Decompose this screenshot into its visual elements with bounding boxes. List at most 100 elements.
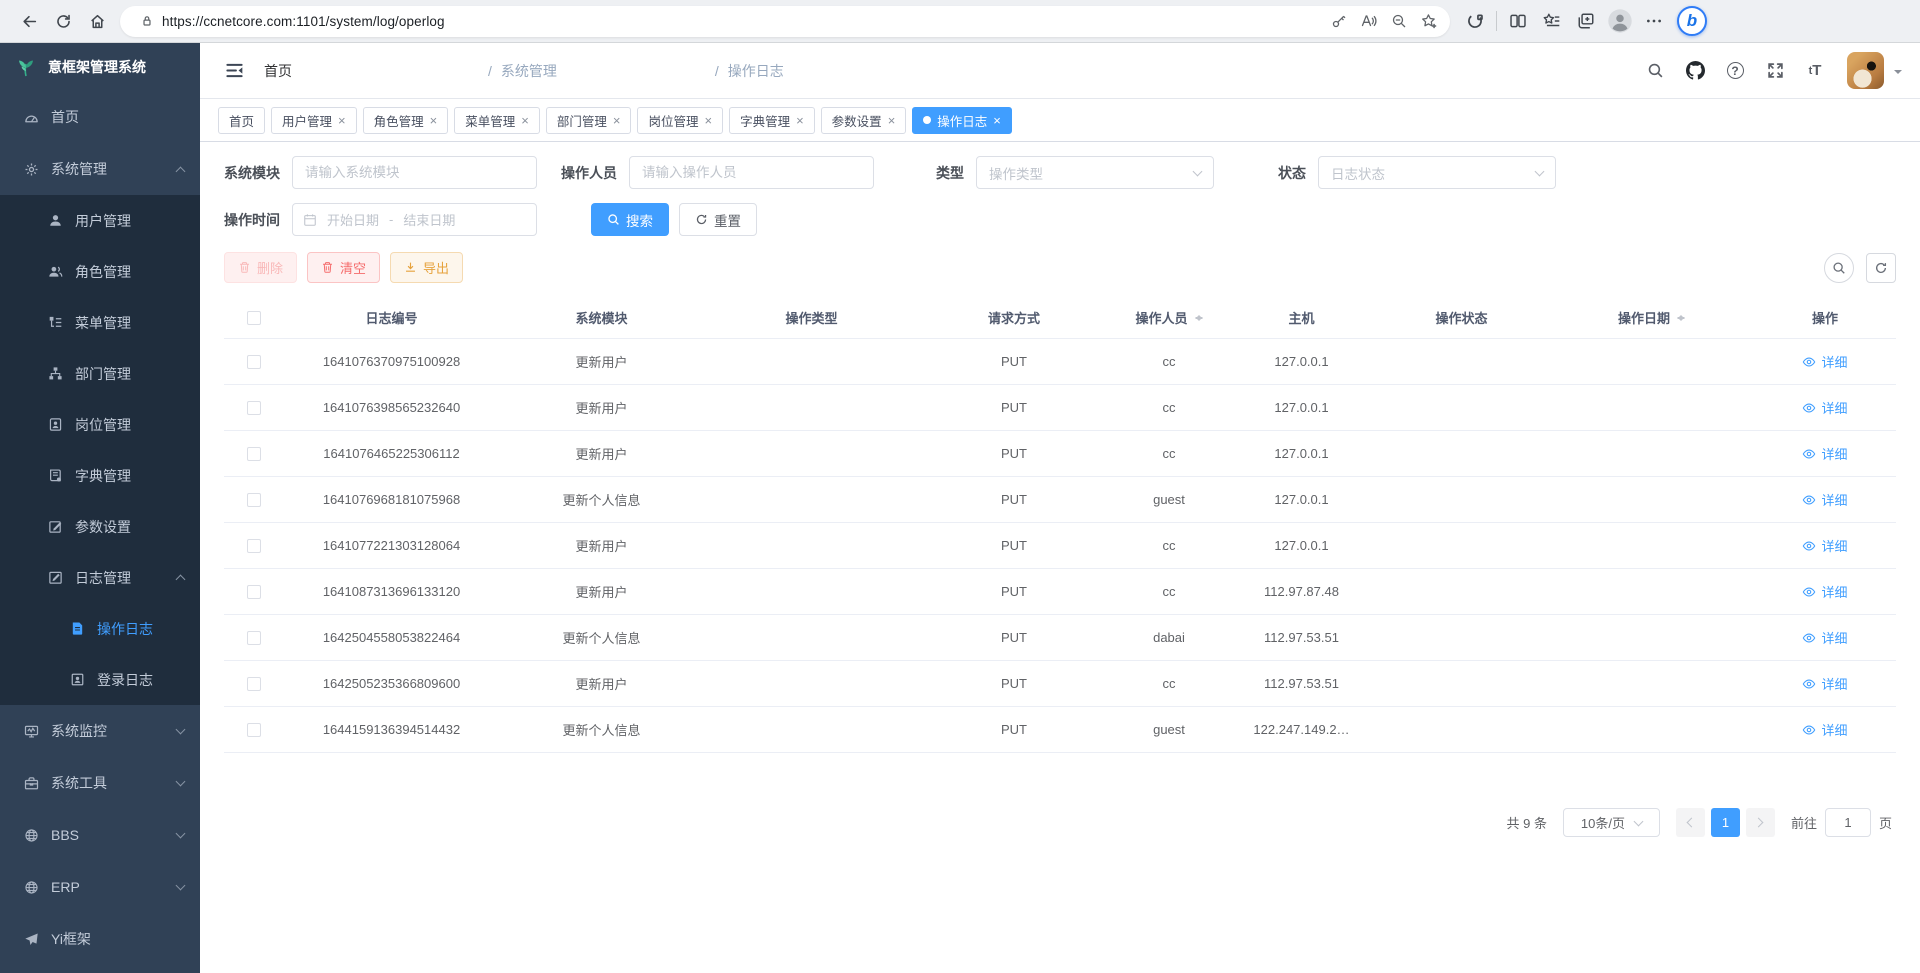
- back-icon[interactable]: [12, 5, 46, 37]
- tab-users[interactable]: 用户管理×: [271, 107, 357, 134]
- help-icon[interactable]: ?: [1719, 55, 1751, 87]
- tab-departments[interactable]: 部门管理×: [546, 107, 632, 134]
- sort-icon[interactable]: [1677, 311, 1685, 325]
- sidebar-item-params[interactable]: 参数设置: [0, 501, 200, 552]
- tab-menus[interactable]: 菜单管理×: [454, 107, 540, 134]
- detail-link[interactable]: 详细: [1802, 444, 1847, 463]
- clear-button[interactable]: 清空: [307, 252, 380, 283]
- detail-link[interactable]: 详细: [1802, 352, 1847, 371]
- next-page-button[interactable]: [1746, 808, 1775, 837]
- detail-link[interactable]: 详细: [1802, 490, 1847, 509]
- sidebar-item-bbs[interactable]: BBS: [0, 809, 200, 861]
- address-bar[interactable]: https://ccnetcore.com:1101/system/log/op…: [120, 6, 1450, 37]
- profile-avatar-icon[interactable]: [1603, 5, 1637, 37]
- row-checkbox[interactable]: [247, 401, 261, 415]
- export-button[interactable]: 导出: [390, 252, 463, 283]
- font-size-icon[interactable]: tT: [1799, 55, 1831, 87]
- sidebar-item-yi-framework[interactable]: Yi框架: [0, 913, 200, 965]
- sidebar-item-users[interactable]: 用户管理: [0, 195, 200, 246]
- reset-button[interactable]: 重置: [679, 203, 757, 236]
- tab-dicts[interactable]: 字典管理×: [729, 107, 815, 134]
- bing-chat-icon[interactable]: b: [1677, 6, 1707, 36]
- add-favorite-icon[interactable]: [1414, 5, 1444, 37]
- close-icon[interactable]: ×: [796, 114, 804, 127]
- password-key-icon[interactable]: [1324, 5, 1354, 37]
- sidebar-item-monitor[interactable]: 系统监控: [0, 705, 200, 757]
- sort-icon[interactable]: [1195, 311, 1203, 325]
- sidebar-item-menus[interactable]: 菜单管理: [0, 297, 200, 348]
- lock-icon[interactable]: [132, 5, 162, 37]
- url-text[interactable]: https://ccnetcore.com:1101/system/log/op…: [162, 14, 1324, 29]
- row-checkbox[interactable]: [247, 493, 261, 507]
- row-checkbox[interactable]: [247, 539, 261, 553]
- sidebar-item-logs[interactable]: 日志管理: [0, 552, 200, 603]
- search-button[interactable]: 搜索: [591, 203, 669, 236]
- read-aloud-icon[interactable]: [1354, 5, 1384, 37]
- sidebar-item-loginlog[interactable]: 登录日志: [0, 654, 200, 705]
- detail-link[interactable]: 详细: [1802, 674, 1847, 693]
- collections-icon[interactable]: [1569, 5, 1603, 37]
- page-size-select[interactable]: 10条/页: [1563, 808, 1660, 837]
- close-icon[interactable]: ×: [613, 114, 621, 127]
- tab-params[interactable]: 参数设置×: [821, 107, 907, 134]
- row-checkbox[interactable]: [247, 631, 261, 645]
- home-icon[interactable]: [80, 5, 114, 37]
- tab-operlog[interactable]: 操作日志×: [912, 107, 1012, 134]
- detail-link[interactable]: 详细: [1802, 720, 1847, 739]
- col-date[interactable]: 操作日期: [1549, 308, 1754, 327]
- favorites-icon[interactable]: [1535, 5, 1569, 37]
- close-icon[interactable]: ×: [521, 114, 529, 127]
- sidebar-item-dicts[interactable]: 字典管理: [0, 450, 200, 501]
- split-screen-icon[interactable]: [1501, 5, 1535, 37]
- refresh-icon[interactable]: [46, 5, 80, 37]
- collapse-sidebar-icon[interactable]: [218, 55, 250, 87]
- detail-link[interactable]: 详细: [1802, 398, 1847, 417]
- status-select[interactable]: 日志状态: [1318, 156, 1556, 189]
- zoom-out-icon[interactable]: [1384, 5, 1414, 37]
- operator-input[interactable]: [629, 156, 874, 189]
- fullscreen-icon[interactable]: [1759, 55, 1791, 87]
- row-checkbox[interactable]: [247, 447, 261, 461]
- tab-home[interactable]: 首页: [218, 107, 265, 134]
- prev-page-button[interactable]: [1676, 808, 1705, 837]
- close-icon[interactable]: ×: [704, 114, 712, 127]
- sidebar-item-departments[interactable]: 部门管理: [0, 348, 200, 399]
- caret-down-icon[interactable]: [1894, 70, 1902, 78]
- breadcrumb-home[interactable]: 首页: [264, 61, 479, 81]
- more-menu-icon[interactable]: [1637, 5, 1671, 37]
- close-icon[interactable]: ×: [338, 114, 346, 127]
- sidebar-item-erp[interactable]: ERP: [0, 861, 200, 913]
- user-avatar[interactable]: [1847, 52, 1884, 89]
- module-input[interactable]: [292, 156, 537, 189]
- sidebar-item-posts[interactable]: 岗位管理: [0, 399, 200, 450]
- app-logo[interactable]: 意框架管理系统: [0, 43, 200, 91]
- date-range-picker[interactable]: 开始日期 - 结束日期: [292, 203, 537, 236]
- current-page-button[interactable]: 1: [1711, 808, 1740, 837]
- select-all-checkbox[interactable]: [247, 311, 261, 325]
- search-icon[interactable]: [1639, 55, 1671, 87]
- col-operator[interactable]: 操作人员: [1109, 308, 1229, 327]
- delete-button[interactable]: 删除: [224, 252, 297, 283]
- show-search-icon[interactable]: [1824, 253, 1854, 283]
- detail-link[interactable]: 详细: [1802, 536, 1847, 555]
- tab-posts[interactable]: 岗位管理×: [637, 107, 723, 134]
- row-checkbox[interactable]: [247, 723, 261, 737]
- refresh-table-icon[interactable]: [1866, 253, 1896, 283]
- row-checkbox[interactable]: [247, 355, 261, 369]
- close-icon[interactable]: ×: [993, 114, 1001, 127]
- sidebar-item-home[interactable]: 首页: [0, 91, 200, 143]
- row-checkbox[interactable]: [247, 585, 261, 599]
- goto-page-input[interactable]: [1825, 808, 1871, 837]
- close-icon[interactable]: ×: [888, 114, 896, 127]
- sidebar-item-roles[interactable]: 角色管理: [0, 246, 200, 297]
- detail-link[interactable]: 详细: [1802, 582, 1847, 601]
- detail-link[interactable]: 详细: [1802, 628, 1847, 647]
- row-checkbox[interactable]: [247, 677, 261, 691]
- tab-roles[interactable]: 角色管理×: [363, 107, 449, 134]
- sidebar-item-tools[interactable]: 系统工具: [0, 757, 200, 809]
- type-select[interactable]: 操作类型: [976, 156, 1214, 189]
- sidebar-item-operlog[interactable]: 操作日志: [0, 603, 200, 654]
- github-icon[interactable]: [1679, 55, 1711, 87]
- close-icon[interactable]: ×: [430, 114, 438, 127]
- extensions-icon[interactable]: [1458, 5, 1492, 37]
